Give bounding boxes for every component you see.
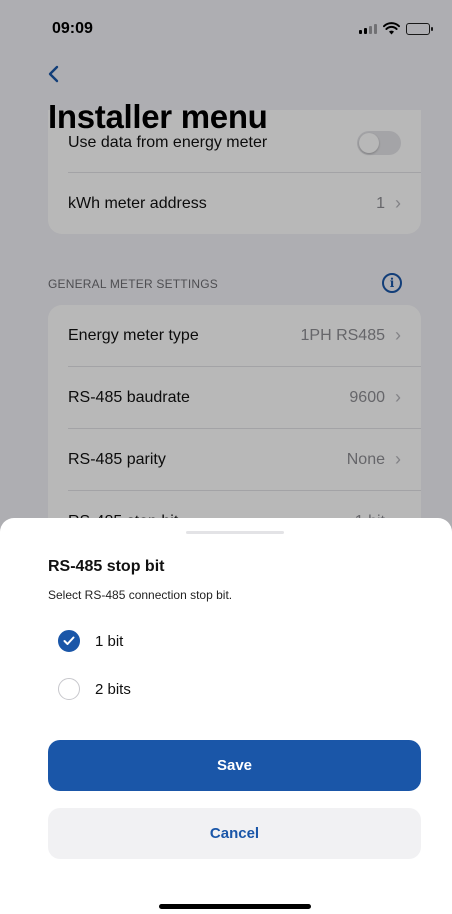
sheet-title: RS-485 stop bit <box>48 558 165 575</box>
cancel-button[interactable]: Cancel <box>48 808 421 859</box>
option-1-bit[interactable]: 1 bit <box>58 628 123 654</box>
radio-checked-icon[interactable] <box>58 630 80 652</box>
save-button[interactable]: Save <box>48 740 421 791</box>
option-label: 1 bit <box>95 632 124 650</box>
radio-unchecked-icon[interactable] <box>58 678 80 700</box>
option-2-bits[interactable]: 2 bits <box>58 676 131 702</box>
option-label: 2 bits <box>95 680 131 698</box>
sheet-subtitle: Select RS-485 connection stop bit. <box>48 588 233 602</box>
stop-bit-bottom-sheet: RS-485 stop bit Select RS-485 connection… <box>0 518 452 914</box>
home-indicator <box>159 904 311 909</box>
sheet-grabber[interactable] <box>186 531 284 534</box>
